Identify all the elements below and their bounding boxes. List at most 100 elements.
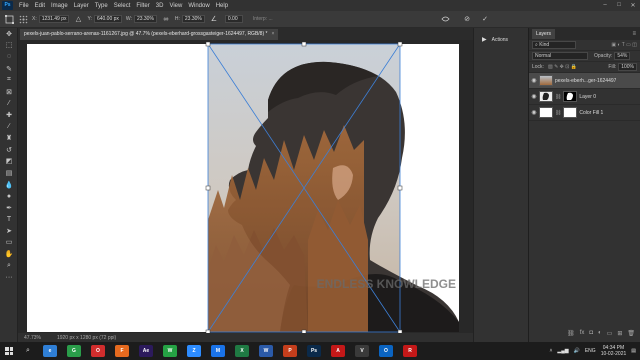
link-layers-icon[interactable]: ⛓	[567, 330, 575, 340]
gradient-tool-icon[interactable]: ▤	[0, 167, 18, 179]
menu-filter[interactable]: Filter	[133, 3, 152, 9]
close-tab-icon[interactable]: ×	[271, 31, 274, 37]
layer-row[interactable]: ◉ pexels-eberh...ger-1624497	[529, 73, 640, 89]
fx-icon[interactable]: fx	[580, 330, 585, 340]
frame-tool-icon[interactable]: ⊠	[0, 86, 18, 98]
clone-stamp-tool-icon[interactable]: ♜	[0, 132, 18, 144]
eyedropper-tool-icon[interactable]: ⁄	[0, 98, 18, 110]
layer-name[interactable]: Color Fill 1	[579, 110, 603, 116]
taskbar-app-icon[interactable]: R	[403, 345, 417, 357]
menu-select[interactable]: Select	[111, 3, 134, 9]
blend-mode-select[interactable]: Normal	[532, 52, 588, 60]
menu-layer[interactable]: Layer	[71, 3, 92, 9]
blur-tool-icon[interactable]: 💧	[0, 179, 18, 191]
tab-layers[interactable]: Layers	[532, 29, 556, 39]
menu-view[interactable]: View	[166, 3, 185, 9]
visibility-eye-icon[interactable]: ◉	[529, 93, 539, 100]
taskbar-app-icon[interactable]: W	[259, 345, 273, 357]
menu-type[interactable]: Type	[92, 3, 111, 9]
path-select-tool-icon[interactable]: ➤	[0, 225, 18, 237]
taskbar-app-icon[interactable]: O	[379, 345, 393, 357]
delta-icon[interactable]: △	[73, 15, 83, 24]
layer-row[interactable]: ◉ ⛓ Color Fill 1	[529, 105, 640, 121]
mask-link-icon[interactable]: ⛓	[555, 110, 561, 116]
layer-name[interactable]: Layer 0	[579, 94, 596, 100]
zoom-tool-icon[interactable]: ⌕	[0, 260, 18, 272]
layer-name[interactable]: pexels-eberh...ger-1624497	[555, 78, 616, 84]
canvas-area[interactable]: ENDLESS KNOWLEDGE	[18, 40, 473, 333]
actions-panel-button[interactable]: ▶ Actions	[474, 36, 528, 44]
visibility-eye-icon[interactable]: ◉	[529, 109, 539, 116]
taskbar-app-icon[interactable]: Ae	[139, 345, 153, 357]
commit-transform-icon[interactable]: ✓	[480, 15, 490, 24]
menu-window[interactable]: Window	[185, 3, 212, 9]
add-mask-icon[interactable]: ◘	[589, 330, 593, 340]
brush-tool-icon[interactable]: ∕	[0, 121, 18, 133]
w-input[interactable]: 23.30%	[133, 15, 157, 23]
start-button[interactable]	[0, 342, 18, 360]
angle-input[interactable]: 0.00	[224, 15, 243, 23]
hand-tool-icon[interactable]: ✋	[0, 248, 18, 260]
zoom-level[interactable]: 47.73%	[24, 335, 41, 341]
fill-input[interactable]: 100%	[618, 63, 637, 71]
taskbar-app-icon[interactable]: A	[331, 345, 345, 357]
marquee-tool-icon[interactable]: ⬚	[0, 40, 18, 52]
taskbar-app-icon[interactable]: O	[91, 345, 105, 357]
layer-row[interactable]: ◉ ⛓ Layer 0	[529, 89, 640, 105]
close-window-button[interactable]: ✕	[626, 2, 640, 9]
move-tool-icon[interactable]: ✥	[0, 28, 18, 40]
menu-help[interactable]: Help	[213, 3, 231, 9]
taskbar-app-icon[interactable]: X	[235, 345, 249, 357]
menu-file[interactable]: File	[16, 3, 32, 9]
minimize-button[interactable]: –	[598, 2, 612, 9]
volume-icon[interactable]: 🔊	[574, 348, 580, 354]
kind-filter-select[interactable]: ⌕ Kind	[532, 41, 576, 49]
x-input[interactable]: 1231.49 px	[38, 15, 70, 23]
warp-icon[interactable]	[440, 15, 450, 24]
taskbar-app-icon[interactable]: V	[355, 345, 369, 357]
document-canvas[interactable]: ENDLESS KNOWLEDGE	[18, 40, 473, 333]
delete-layer-icon[interactable]: 🗑	[627, 330, 635, 340]
y-input[interactable]: 640.00 px	[93, 15, 122, 23]
transform-tool-icon[interactable]	[4, 14, 14, 24]
taskbar-app-icon[interactable]: F	[115, 345, 129, 357]
network-icon[interactable]: ▂▄▆	[557, 348, 568, 354]
menu-3d[interactable]: 3D	[153, 3, 167, 9]
layer-mask-thumbnail[interactable]	[563, 107, 578, 118]
lasso-tool-icon[interactable]: ◌	[0, 51, 18, 63]
cancel-transform-icon[interactable]: ⊘	[462, 15, 472, 24]
taskbar-app-icon[interactable]: Z	[187, 345, 201, 357]
lock-icons[interactable]: ▨ ✎ ✥ ⊡ 🔒	[548, 64, 577, 70]
taskbar-app-icon[interactable]: M	[211, 345, 225, 357]
rectangle-tool-icon[interactable]: ▭	[0, 237, 18, 249]
history-brush-tool-icon[interactable]: ↺	[0, 144, 18, 156]
type-tool-icon[interactable]: T	[0, 214, 18, 226]
notification-icon[interactable]: ▤	[631, 348, 636, 354]
tray-chevron-icon[interactable]: ˄	[549, 348, 552, 354]
crop-tool-icon[interactable]: ⌗	[0, 74, 18, 86]
pen-tool-icon[interactable]: ✒	[0, 202, 18, 214]
taskbar-app-icon[interactable]: W	[163, 345, 177, 357]
visibility-eye-icon[interactable]: ◉	[529, 77, 539, 84]
taskbar-app-icon[interactable]: e	[43, 345, 57, 357]
interp-field[interactable]: Interp: ...	[253, 16, 273, 22]
dodge-tool-icon[interactable]: ●	[0, 190, 18, 202]
healing-brush-tool-icon[interactable]: ✚	[0, 109, 18, 121]
language-indicator[interactable]: ENG	[585, 348, 596, 354]
panel-menu-icon[interactable]: ≡	[632, 31, 640, 37]
taskbar-app-icon[interactable]: Ps	[307, 345, 321, 357]
reference-point-icon[interactable]	[18, 15, 28, 24]
mask-link-icon[interactable]: ⛓	[555, 94, 561, 100]
opacity-input[interactable]: 54%	[614, 52, 631, 60]
taskbar-clock[interactable]: 04:34 PM 10-02-2021	[601, 345, 627, 357]
menu-image[interactable]: Image	[48, 3, 71, 9]
new-layer-icon[interactable]: ⊞	[617, 330, 622, 340]
link-icon[interactable]: ∞	[161, 15, 171, 24]
filter-icons[interactable]: ▣ ◐ T ▭ ◫	[611, 42, 637, 48]
eraser-tool-icon[interactable]: ◩	[0, 156, 18, 168]
menu-edit[interactable]: Edit	[32, 3, 48, 9]
h-input[interactable]: 23.30%	[181, 15, 205, 23]
quick-select-tool-icon[interactable]: ✎	[0, 63, 18, 75]
taskbar-search-icon[interactable]: ⌕	[18, 347, 38, 355]
maximize-button[interactable]: □	[612, 2, 626, 9]
